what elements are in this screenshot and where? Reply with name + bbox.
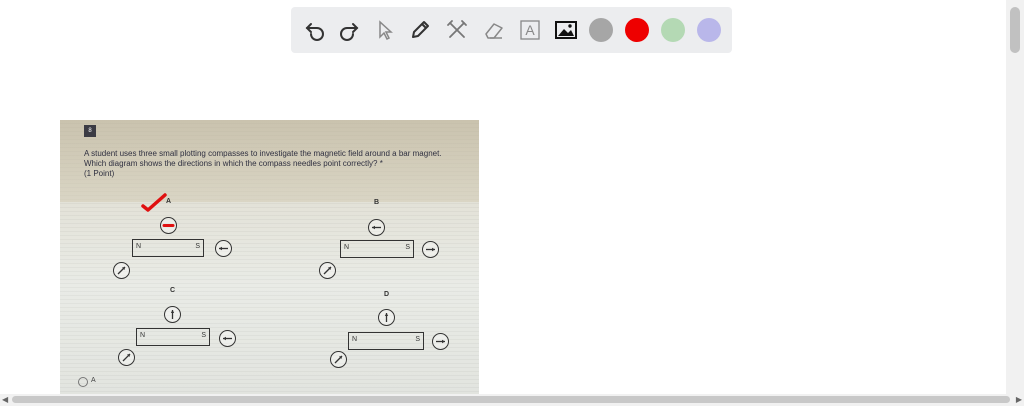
image-icon[interactable] — [554, 18, 578, 42]
pole-north-b: N — [344, 244, 350, 251]
vertical-scroll-thumb[interactable] — [1010, 7, 1020, 53]
tools-icon[interactable] — [445, 18, 469, 42]
bar-magnet-b: N S — [340, 240, 414, 258]
pole-north-d: N — [352, 336, 358, 343]
horizontal-scrollbar[interactable]: ◀ ▶ — [0, 394, 1024, 406]
color-swatch-lavender[interactable] — [697, 18, 721, 42]
pen-icon[interactable] — [408, 18, 432, 42]
compass-b-right — [422, 241, 439, 258]
redo-icon[interactable] — [337, 18, 361, 42]
compass-d-top — [378, 309, 395, 326]
compass-b-top — [368, 219, 385, 236]
compass-c-top — [164, 306, 181, 323]
horizontal-scroll-thumb[interactable] — [12, 396, 1010, 403]
answer-radio-label: A — [91, 377, 96, 384]
diagram-label-d: D — [384, 291, 390, 298]
pole-south-d: S — [415, 336, 420, 343]
drawing-toolbar: A — [291, 7, 732, 53]
compass-c-right — [219, 330, 236, 347]
diagram-label-a: A — [166, 198, 172, 205]
check-mark-annotation — [141, 193, 167, 212]
bar-magnet-d: N S — [348, 332, 424, 350]
pole-north-c: N — [140, 332, 146, 339]
color-swatch-red[interactable] — [625, 18, 649, 42]
scroll-left-arrow-icon[interactable]: ◀ — [2, 394, 8, 406]
question-body: A student uses three small plotting comp… — [84, 149, 442, 168]
undo-icon[interactable] — [303, 18, 327, 42]
bar-magnet-a: N S — [132, 239, 204, 257]
question-photo: 8 A student uses three small plotting co… — [60, 120, 479, 396]
color-swatch-gray[interactable] — [589, 18, 613, 42]
bar-magnet-c: N S — [136, 328, 210, 346]
diagram-label-c: C — [170, 287, 176, 294]
compass-d-right — [432, 333, 449, 350]
pole-south-b: S — [405, 244, 410, 251]
text-icon-glyph: A — [525, 22, 535, 38]
question-points: (1 Point) — [84, 169, 115, 178]
question-text: A student uses three small plotting comp… — [84, 149, 464, 179]
diagram-label-b: B — [374, 199, 380, 206]
answer-radio[interactable] — [78, 377, 88, 387]
question-number: 8 — [84, 125, 96, 137]
compass-a-left — [113, 262, 130, 279]
text-icon[interactable]: A — [518, 18, 542, 42]
select-pointer-icon[interactable] — [373, 18, 397, 42]
eraser-icon[interactable] — [482, 18, 506, 42]
compass-a-right — [215, 240, 232, 257]
pole-south-c: S — [201, 332, 206, 339]
scroll-right-arrow-icon[interactable]: ▶ — [1016, 394, 1022, 406]
color-swatch-green[interactable] — [661, 18, 685, 42]
compass-a-top — [160, 217, 177, 234]
compass-b-left — [319, 262, 336, 279]
compass-c-left — [118, 349, 135, 366]
vertical-scrollbar[interactable] — [1006, 0, 1024, 398]
compass-d-left — [330, 351, 347, 368]
pole-south-a: S — [195, 243, 200, 250]
pole-north-a: N — [136, 243, 142, 250]
